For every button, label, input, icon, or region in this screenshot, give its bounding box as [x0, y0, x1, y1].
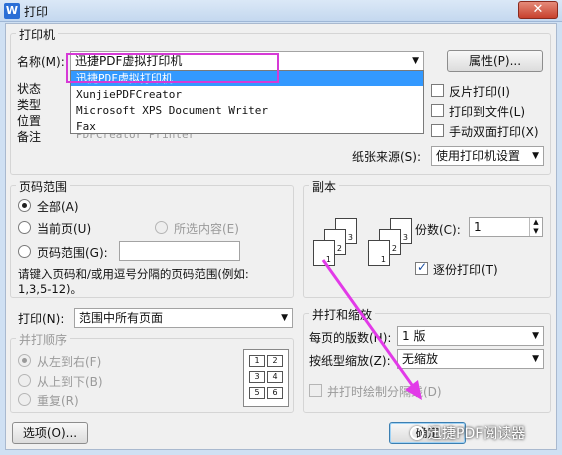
- annotation-arrow: [321, 259, 422, 400]
- wechat-icon: [410, 426, 424, 440]
- watermark-text: 迅捷PDF阅读器: [428, 426, 526, 442]
